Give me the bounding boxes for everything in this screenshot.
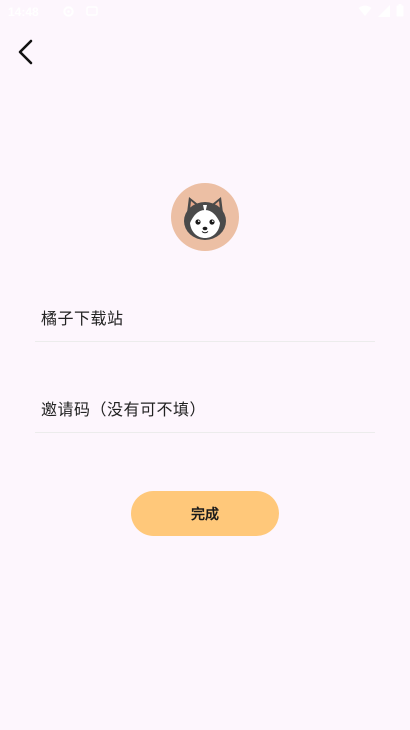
chevron-left-icon xyxy=(16,38,36,70)
nickname-field[interactable]: 橘子下载站 xyxy=(35,296,375,342)
invite-code-placeholder: 邀请码（没有可不填） xyxy=(41,400,207,419)
nickname-value: 橘子下载站 xyxy=(41,309,124,328)
avatar[interactable] xyxy=(171,183,239,251)
signal-icon xyxy=(378,4,390,17)
done-button[interactable]: 完成 xyxy=(131,491,279,536)
notification-icon xyxy=(86,5,98,20)
gear-icon xyxy=(62,5,75,21)
invite-code-field[interactable]: 邀请码（没有可不填） xyxy=(35,387,375,433)
status-time: 14:48 xyxy=(8,5,39,19)
wifi-icon xyxy=(358,5,372,17)
status-bar: 14:48 xyxy=(0,0,410,28)
battery-icon xyxy=(396,4,404,17)
done-button-label: 完成 xyxy=(191,506,219,523)
husky-avatar-icon xyxy=(184,197,226,240)
back-button[interactable] xyxy=(10,38,42,70)
